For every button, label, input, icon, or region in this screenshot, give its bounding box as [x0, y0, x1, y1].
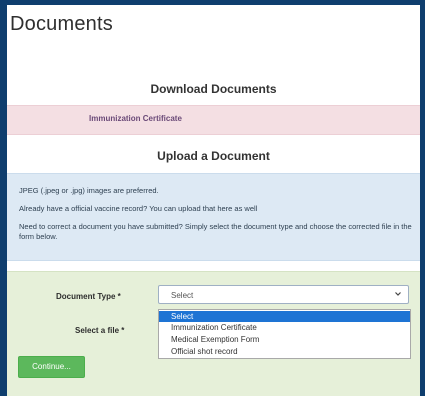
download-bar: Immunization Certificate — [7, 105, 420, 135]
upload-form: Document Type * Select a file * Select S… — [7, 271, 420, 396]
upload-info-box: JPEG (.jpeg or .jpg) images are preferre… — [7, 173, 420, 261]
dropdown-option-immunization-certificate[interactable]: Immunization Certificate — [159, 322, 410, 333]
download-heading: Download Documents — [150, 82, 277, 96]
chevron-down-icon — [395, 292, 401, 296]
document-type-select-value: Select — [171, 291, 194, 300]
upload-heading: Upload a Document — [157, 149, 270, 163]
dropdown-option-select[interactable]: Select — [159, 311, 410, 322]
page-title: Documents — [10, 13, 113, 35]
continue-button[interactable]: Continue... — [18, 356, 85, 378]
info-line-preferred-format: JPEG (.jpeg or .jpg) images are preferre… — [19, 186, 159, 195]
dropdown-option-medical-exemption-form[interactable]: Medical Exemption Form — [159, 334, 410, 345]
document-type-label: Document Type * — [56, 292, 121, 301]
select-file-label: Select a file * — [75, 326, 125, 335]
info-line-correct-document: Need to correct a document you have subm… — [19, 222, 412, 241]
document-type-select[interactable]: Select — [158, 285, 409, 304]
document-type-dropdown: Select Immunization Certificate Medical … — [158, 309, 411, 359]
info-line-vaccine-record: Already have a official vaccine record? … — [19, 204, 258, 213]
dropdown-option-official-shot-record[interactable]: Official shot record — [159, 346, 410, 357]
immunization-certificate-link[interactable]: Immunization Certificate — [89, 114, 182, 123]
documents-page: Documents Download Documents Immunizatio… — [7, 5, 420, 396]
